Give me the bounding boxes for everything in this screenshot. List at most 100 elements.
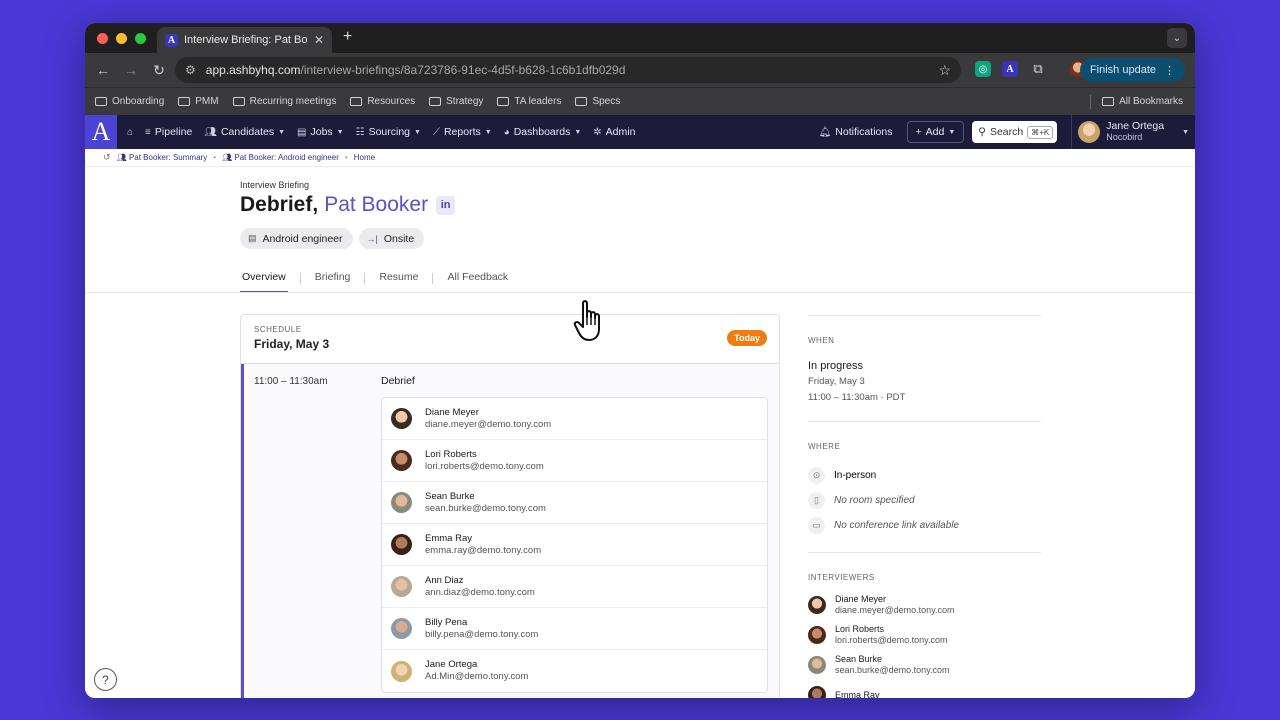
schedule-label: SCHEDULE xyxy=(254,325,302,334)
nav-sourcing[interactable]: ☷ Sourcing ▼ xyxy=(356,126,421,138)
divider xyxy=(808,552,1041,553)
interviewer-name: Lori Roberts xyxy=(425,448,477,460)
schedule-header: SCHEDULE Friday, May 3 Today xyxy=(241,315,779,364)
chip-label: Onsite xyxy=(383,232,415,245)
filter-icon: ≡ xyxy=(145,126,151,138)
folder-icon xyxy=(178,97,191,106)
interviewer-list: Diane Meyer diane.meyer@demo.tony.com Lor… xyxy=(381,397,768,693)
close-window-button[interactable] xyxy=(97,32,108,44)
schedule-card: SCHEDULE Friday, May 3 Today 11:00 – 11:… xyxy=(240,314,780,698)
bookmark-star-icon[interactable]: ☆ xyxy=(938,62,951,79)
list-item[interactable]: Ann Diaz ann.diaz@demo.tony.com xyxy=(382,566,767,608)
candidate-name-link[interactable]: Pat Booker xyxy=(324,193,428,217)
add-button[interactable]: + Add ▼ xyxy=(906,121,965,143)
bookmark-pmm[interactable]: PMM xyxy=(178,96,219,107)
home-icon[interactable]: ⌂ xyxy=(127,127,133,138)
reload-icon[interactable]: ↻ xyxy=(145,62,173,79)
add-label: Add xyxy=(925,126,945,138)
list-item[interactable]: Diane Meyer diane.meyer@demo.tony.com xyxy=(382,398,767,440)
browser-menu-icon[interactable]: ⋮ xyxy=(1164,64,1175,77)
avatar xyxy=(391,492,412,513)
interview-status: In progress xyxy=(808,360,864,372)
list-item[interactable]: Emma Ray xyxy=(808,680,1041,698)
ashby-extension-icon[interactable]: A xyxy=(1002,61,1018,77)
conference-text: No conference link available xyxy=(834,520,960,531)
finish-update-button[interactable]: Finish update ⋮ xyxy=(1079,58,1185,82)
extensions-puzzle-icon[interactable]: ⧉ xyxy=(1030,61,1046,77)
url-path: /interview-briefings/8a723786-91ec-4d5f-… xyxy=(300,63,626,77)
all-bookmarks[interactable]: All Bookmarks xyxy=(1102,96,1183,107)
list-item[interactable]: Lori Roberts lori.roberts@demo.tony.com xyxy=(808,620,1041,650)
divider xyxy=(808,421,1041,422)
list-item[interactable]: Jane Ortega Ad.Min@demo.tony.com xyxy=(382,650,767,692)
linkedin-icon[interactable]: in xyxy=(436,195,456,215)
bookmark-specs[interactable]: Specs xyxy=(575,96,620,107)
interviewer-name: Sean Burke xyxy=(425,490,475,502)
browser-tab[interactable]: A Interview Briefing: Pat Booker ✕ xyxy=(157,27,332,53)
interviewer-name: Jane Ortega xyxy=(425,659,478,670)
tab-all-feedback[interactable]: All Feedback xyxy=(445,271,510,293)
url-text[interactable]: app.ashbyhq.com/interview-briefings/8a72… xyxy=(206,63,939,77)
breadcrumb-separator: • xyxy=(344,153,348,162)
interview-time: 11:00 – 11:30am · PDT xyxy=(808,392,906,403)
interviewer-name: Billy Pena xyxy=(425,616,468,628)
list-item[interactable]: Lori Roberts lori.roberts@demo.tony.com xyxy=(382,440,767,482)
breadcrumb-summary[interactable]: 👥︎ Pat Booker: Summary xyxy=(117,153,208,162)
nav-reports[interactable]: ⟋ Reports ▼ xyxy=(433,126,492,138)
url-omnibox[interactable]: ⚙ app.ashbyhq.com/interview-briefings/8a… xyxy=(175,57,961,83)
site-settings-icon[interactable]: ⚙ xyxy=(185,63,196,77)
bookmark-strategy[interactable]: Strategy xyxy=(429,96,483,107)
folder-icon xyxy=(429,97,442,106)
forward-arrow-icon[interactable]: → xyxy=(117,62,145,78)
back-arrow-icon[interactable]: ← xyxy=(89,62,117,78)
list-item[interactable]: Sean Burke sean.burke@demo.tony.com xyxy=(382,482,767,524)
job-chip[interactable]: ▤ Android engineer xyxy=(240,228,353,249)
avatar xyxy=(808,596,826,614)
folder-icon xyxy=(232,97,245,106)
user-menu[interactable]: Jane Ortega Nocobird ▼ xyxy=(1071,115,1195,149)
tab-resume[interactable]: Resume xyxy=(377,271,420,293)
sourcing-icon: ☷ xyxy=(355,126,365,138)
list-item[interactable]: Diane Meyer diane.meyer@demo.tony.com xyxy=(808,590,1041,620)
nav-admin[interactable]: ✲ Admin xyxy=(593,126,635,138)
history-icon[interactable]: ↺ xyxy=(103,152,111,163)
breadcrumb-android-engineer[interactable]: 👥︎ Pat Booker: Android engineer xyxy=(222,153,339,162)
tab-search-chevron-icon[interactable]: ⌄ xyxy=(1167,28,1187,48)
avatar xyxy=(391,660,412,682)
notifications-label: Notifications xyxy=(835,126,893,138)
new-tab-button[interactable]: + xyxy=(343,28,352,46)
page-eyebrow: Interview Briefing xyxy=(240,180,310,190)
app-navbar: A ⌂ ≡ Pipeline 👥︎ Candidates ▼ ▤ Jobs ▼ ☷ Sour… xyxy=(85,115,1195,149)
bookmark-onboarding[interactable]: Onboarding xyxy=(95,96,164,107)
ashby-logo[interactable]: A xyxy=(85,115,117,149)
list-item[interactable]: Billy Pena billy.pena@demo.tony.com xyxy=(382,608,767,650)
breadcrumb-home[interactable]: Home xyxy=(354,153,375,162)
chevron-down-icon: ▼ xyxy=(414,128,421,136)
nav-jobs[interactable]: ▤ Jobs ▼ xyxy=(297,126,344,138)
bookmark-resources[interactable]: Resources xyxy=(350,96,415,107)
list-item[interactable]: Emma Ray emma.ray@demo.tony.com xyxy=(382,524,767,566)
tab-briefing[interactable]: Briefing xyxy=(313,271,353,293)
search-label: Search xyxy=(989,126,1024,138)
bookmark-label: Strategy xyxy=(446,96,484,107)
nav-candidates[interactable]: 👥︎ Candidates ▼ xyxy=(204,126,285,138)
bookmark-ta-leaders[interactable]: TA leaders xyxy=(497,96,561,107)
list-item[interactable]: Sean Burke sean.burke@demo.tony.com xyxy=(808,650,1041,680)
tab-close-icon[interactable]: ✕ xyxy=(314,33,324,47)
search-button[interactable]: ⚲ Search ⌘+K xyxy=(972,121,1058,143)
tab-title: Interview Briefing: Pat Booker xyxy=(184,34,308,46)
bookmark-recurring-meetings[interactable]: Recurring meetings xyxy=(232,96,336,107)
notifications-button[interactable]: 🔔︎ Notifications xyxy=(819,126,893,138)
chatgpt-extension-icon[interactable]: ◎ xyxy=(975,61,991,77)
stage-chip[interactable]: →| Onsite xyxy=(358,228,425,249)
hand-pointer-cursor-icon xyxy=(573,300,600,341)
help-button[interactable]: ? xyxy=(94,668,117,691)
nav-pipeline[interactable]: ≡ Pipeline xyxy=(145,126,192,138)
where-label: WHERE xyxy=(808,442,841,451)
tab-overview[interactable]: Overview xyxy=(240,271,288,293)
nav-dashboards[interactable]: ◕ Dashboards ▼ xyxy=(504,126,582,138)
minimize-window-button[interactable] xyxy=(116,32,127,44)
bookmark-label: Specs xyxy=(592,96,621,107)
zoom-window-button[interactable] xyxy=(135,32,146,44)
tab-divider xyxy=(432,273,434,284)
